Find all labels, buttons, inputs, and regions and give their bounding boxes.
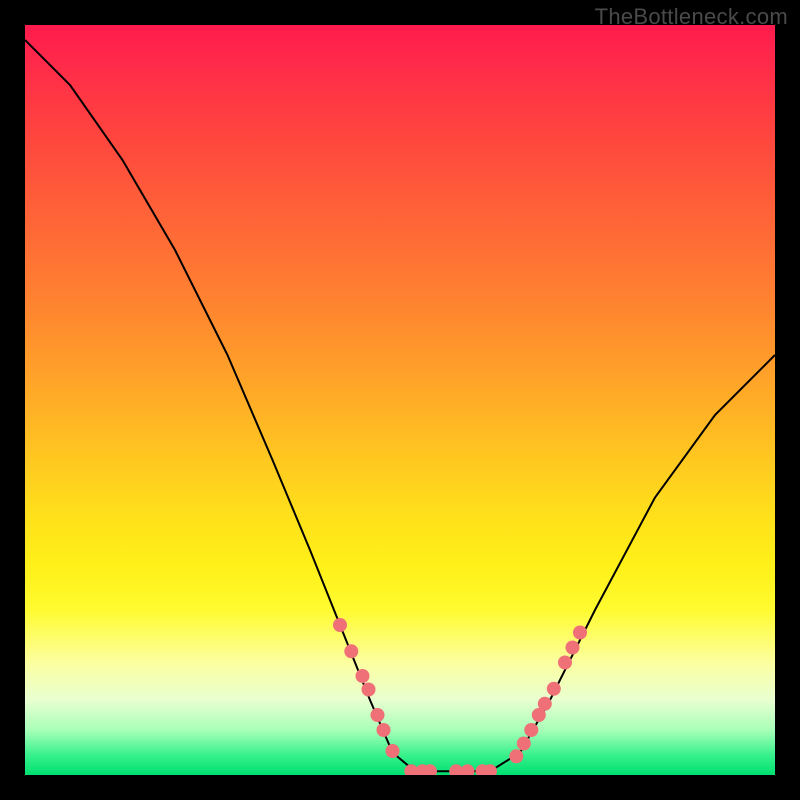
data-point-marker bbox=[344, 644, 358, 658]
watermark-text: TheBottleneck.com bbox=[595, 4, 788, 30]
data-point-marker bbox=[377, 723, 391, 737]
data-point-marker bbox=[386, 744, 400, 758]
data-point-marker bbox=[509, 749, 523, 763]
data-point-marker bbox=[524, 723, 538, 737]
data-point-marker bbox=[371, 708, 385, 722]
data-point-marker bbox=[538, 697, 552, 711]
data-point-marker bbox=[566, 641, 580, 655]
bottleneck-curve bbox=[25, 40, 775, 771]
data-point-marker bbox=[547, 682, 561, 696]
data-point-marker bbox=[517, 737, 531, 751]
data-point-marker bbox=[356, 669, 370, 683]
data-point-markers bbox=[333, 618, 587, 775]
chart-container: TheBottleneck.com bbox=[0, 0, 800, 800]
data-point-marker bbox=[573, 626, 587, 640]
plot-area bbox=[25, 25, 775, 775]
chart-overlay bbox=[25, 25, 775, 775]
data-point-marker bbox=[461, 764, 475, 775]
data-point-marker bbox=[333, 618, 347, 632]
data-point-marker bbox=[362, 683, 376, 697]
data-point-marker bbox=[558, 656, 572, 670]
